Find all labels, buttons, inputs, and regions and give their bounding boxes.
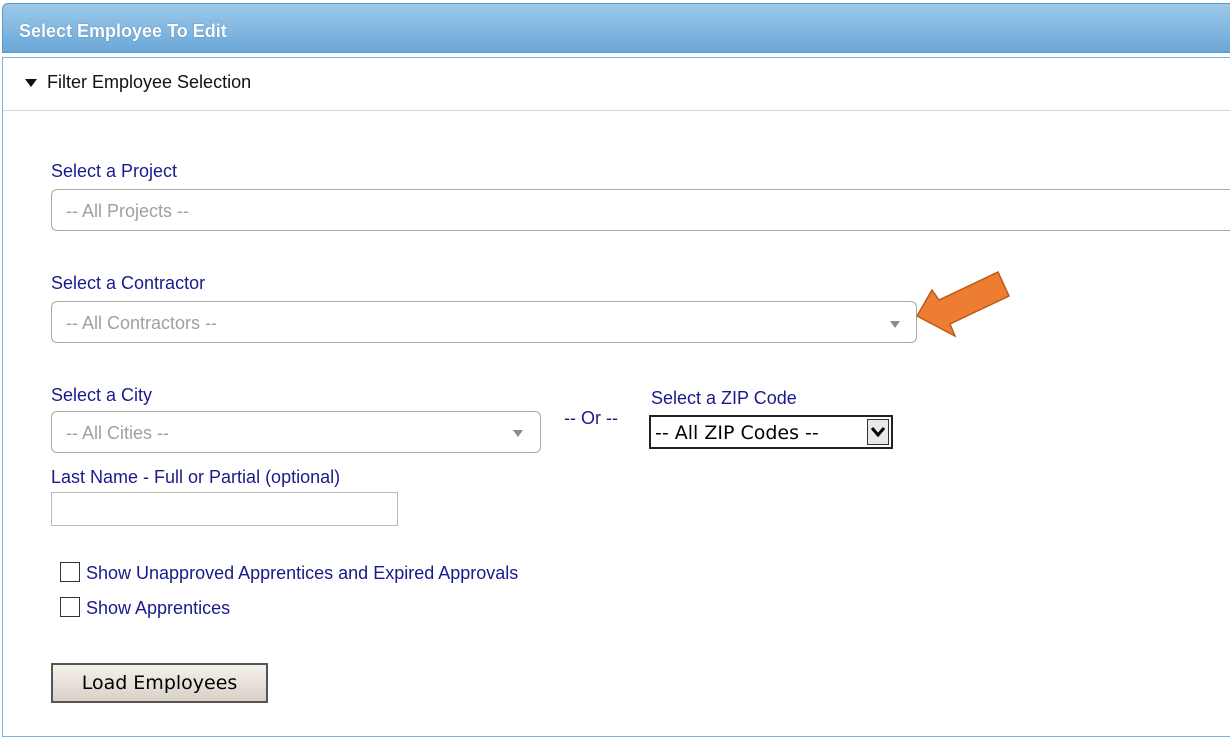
zip-label: Select a ZIP Code (651, 388, 797, 408)
city-label: Select a City (51, 385, 153, 405)
project-select[interactable]: -- All Projects -- (51, 189, 1230, 231)
contractor-label: Select a Contractor (51, 273, 206, 293)
chevron-down-icon[interactable] (890, 321, 900, 328)
project-select-value: -- All Projects -- (66, 201, 190, 221)
apprentices-checkbox-label[interactable]: Show Apprentices (86, 598, 230, 619)
section-header: Select Employee To Edit (2, 3, 1230, 53)
project-label: Select a Project (51, 161, 178, 181)
city-select-value: -- All Cities -- (66, 423, 169, 443)
contractor-select-value: -- All Contractors -- (66, 313, 218, 333)
zip-dropdown-button[interactable] (867, 419, 889, 445)
last-name-input[interactable] (51, 492, 398, 526)
city-select[interactable]: -- All Cities -- (51, 411, 541, 453)
apprentices-checkbox[interactable] (60, 597, 80, 617)
chevron-down-icon[interactable] (513, 430, 523, 437)
filter-toggle[interactable]: Filter Employee Selection (3, 58, 1230, 111)
contractor-select[interactable]: -- All Contractors -- (51, 301, 917, 343)
filter-panel: Filter Employee Selection (2, 57, 1230, 737)
chevron-down-icon (870, 427, 886, 438)
unapproved-checkbox[interactable] (60, 562, 80, 582)
section-title: Select Employee To Edit (19, 21, 227, 41)
or-separator: -- Or -- (564, 408, 618, 428)
load-employees-button[interactable]: Load Employees (51, 663, 268, 703)
caret-down-icon[interactable] (25, 79, 37, 87)
unapproved-checkbox-label[interactable]: Show Unapproved Apprentices and Expired … (86, 563, 518, 584)
filter-title[interactable]: Filter Employee Selection (47, 72, 251, 93)
zip-select-value: -- All ZIP Codes -- (655, 422, 819, 444)
orange-arrow-annotation (915, 270, 1010, 338)
last-name-label: Last Name - Full or Partial (optional) (51, 467, 341, 487)
zip-select[interactable]: -- All ZIP Codes -- (649, 415, 893, 449)
